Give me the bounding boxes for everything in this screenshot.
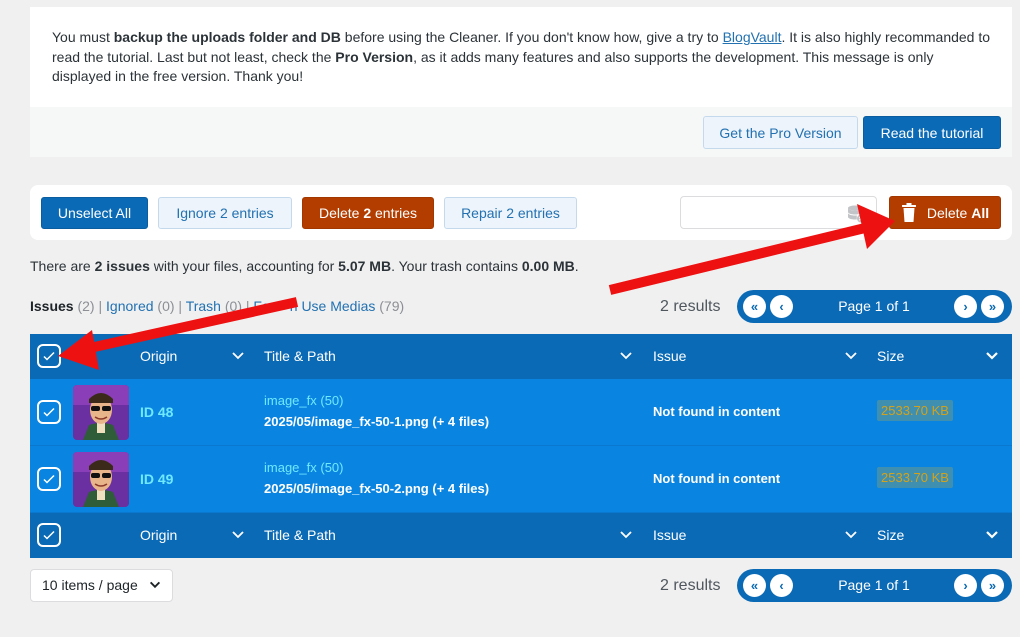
page-label: Page 1 of 1 (838, 577, 910, 593)
delete-entries-button[interactable]: Delete 2 entries (302, 197, 434, 229)
notice-text: You must backup the uploads folder and D… (52, 29, 991, 84)
chevron-down-icon (149, 581, 161, 589)
col-origin[interactable]: Origin (140, 348, 177, 364)
last-page-icon[interactable]: » (981, 574, 1004, 597)
chevron-down-icon[interactable] (984, 527, 1000, 543)
delete-all-button[interactable]: Delete All (889, 196, 1001, 229)
select-all-checkbox-footer[interactable] (37, 523, 61, 547)
table-row[interactable]: ID 49 image_fx (50) 2025/05/image_fx-50-… (30, 446, 1012, 513)
blogvault-link[interactable]: BlogVault (723, 29, 782, 45)
page-label: Page 1 of 1 (838, 298, 910, 314)
row-size-badge: 2533.70 KB (877, 467, 953, 488)
next-page-icon[interactable]: › (954, 574, 977, 597)
tab-in-use-medias[interactable]: Fo n Use Medias (253, 298, 375, 314)
chevron-down-icon[interactable] (618, 527, 634, 543)
issues-table: Origin Title & Path Issue Size ID 48 ima… (30, 334, 1012, 558)
check-icon (43, 474, 55, 484)
ignore-entries-button[interactable]: Ignore 2 entries (158, 197, 292, 229)
pagination-top: « ‹ Page 1 of 1 › » (737, 290, 1012, 323)
row-size-badge: 2533.70 KB (877, 400, 953, 421)
avatar (73, 385, 129, 440)
pagination-bottom: « ‹ Page 1 of 1 › » (737, 569, 1012, 602)
prev-page-icon[interactable]: ‹ (770, 574, 793, 597)
tab-ignored[interactable]: Ignored (106, 298, 153, 314)
get-pro-version-button[interactable]: Get the Pro Version (703, 116, 858, 149)
search-input[interactable] (680, 196, 877, 229)
chevron-down-icon[interactable] (230, 348, 246, 364)
avatar (73, 452, 129, 507)
chevron-down-icon[interactable] (618, 348, 634, 364)
trash-icon (901, 203, 916, 222)
media-thumbnail[interactable] (73, 452, 129, 507)
chevron-down-icon[interactable] (984, 348, 1000, 364)
tab-trash[interactable]: Trash (186, 298, 221, 314)
unselect-all-button[interactable]: Unselect All (41, 197, 148, 229)
row-checkbox[interactable] (37, 467, 61, 491)
issues-summary: There are 2 issues with your files, acco… (30, 258, 579, 274)
check-icon (43, 530, 55, 540)
results-count-bottom: 2 results (660, 577, 721, 594)
row-checkbox[interactable] (37, 400, 61, 424)
col-origin[interactable]: Origin (140, 527, 177, 543)
chevron-down-icon[interactable] (843, 348, 859, 364)
first-page-icon[interactable]: « (743, 574, 766, 597)
row-id-link[interactable]: ID 49 (140, 471, 173, 487)
results-count-top: 2 results (660, 298, 721, 315)
col-title-path[interactable]: Title & Path (264, 527, 336, 543)
media-thumbnail[interactable] (73, 385, 129, 440)
table-header: Origin Title & Path Issue Size (30, 334, 1012, 379)
table-row[interactable]: ID 48 image_fx (50) 2025/05/image_fx-50-… (30, 379, 1012, 446)
col-size[interactable]: Size (877, 527, 904, 543)
col-issue[interactable]: Issue (653, 527, 686, 543)
row-path: 2025/05/image_fx-50-2.png (+ 4 files) (264, 481, 490, 496)
row-title-link[interactable]: image_fx (50) (264, 393, 343, 408)
col-size[interactable]: Size (877, 348, 904, 364)
last-page-icon[interactable]: » (981, 295, 1004, 318)
row-issue: Not found in content (653, 404, 781, 419)
filter-tabs: Issues (2) | Ignored (0) | Trash (0) | F… (30, 298, 405, 314)
chevron-down-icon[interactable] (843, 527, 859, 543)
select-all-checkbox[interactable] (37, 344, 61, 368)
row-issue: Not found in content (653, 471, 781, 486)
tab-issues[interactable]: Issues (30, 298, 74, 314)
table-footer: Origin Title & Path Issue Size (30, 513, 1012, 558)
next-page-icon[interactable]: › (954, 295, 977, 318)
chevron-down-icon[interactable] (230, 527, 246, 543)
col-title-path[interactable]: Title & Path (264, 348, 336, 364)
repair-entries-button[interactable]: Repair 2 entries (444, 197, 577, 229)
check-icon (43, 407, 55, 417)
read-tutorial-button[interactable]: Read the tutorial (863, 116, 1001, 149)
row-path: 2025/05/image_fx-50-1.png (+ 4 files) (264, 414, 490, 429)
first-page-icon[interactable]: « (743, 295, 766, 318)
check-icon (43, 351, 55, 361)
prev-page-icon[interactable]: ‹ (770, 295, 793, 318)
row-id-link[interactable]: ID 48 (140, 404, 173, 420)
col-issue[interactable]: Issue (653, 348, 686, 364)
row-title-link[interactable]: image_fx (50) (264, 460, 343, 475)
database-icon (848, 205, 865, 223)
items-per-page-select[interactable]: 10 items / page (30, 569, 173, 602)
